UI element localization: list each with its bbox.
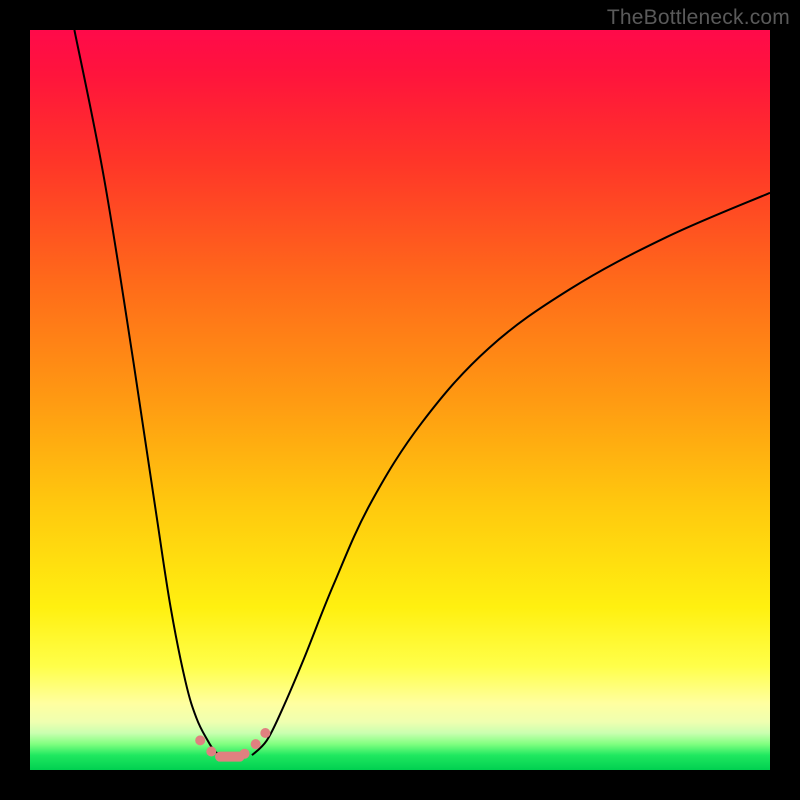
valley-marker-2: [240, 749, 250, 759]
valley-marker-0: [195, 735, 205, 745]
plot-area: [30, 30, 770, 770]
curves-svg: [30, 30, 770, 770]
chart-frame: TheBottleneck.com: [0, 0, 800, 800]
valley-marker-1: [206, 747, 216, 757]
watermark-text: TheBottleneck.com: [607, 6, 790, 30]
left-curve: [74, 30, 222, 755]
valley-marker-4: [260, 728, 270, 738]
right-curve: [252, 193, 770, 755]
valley-marker-3: [251, 739, 261, 749]
valley-markers: [195, 728, 270, 762]
